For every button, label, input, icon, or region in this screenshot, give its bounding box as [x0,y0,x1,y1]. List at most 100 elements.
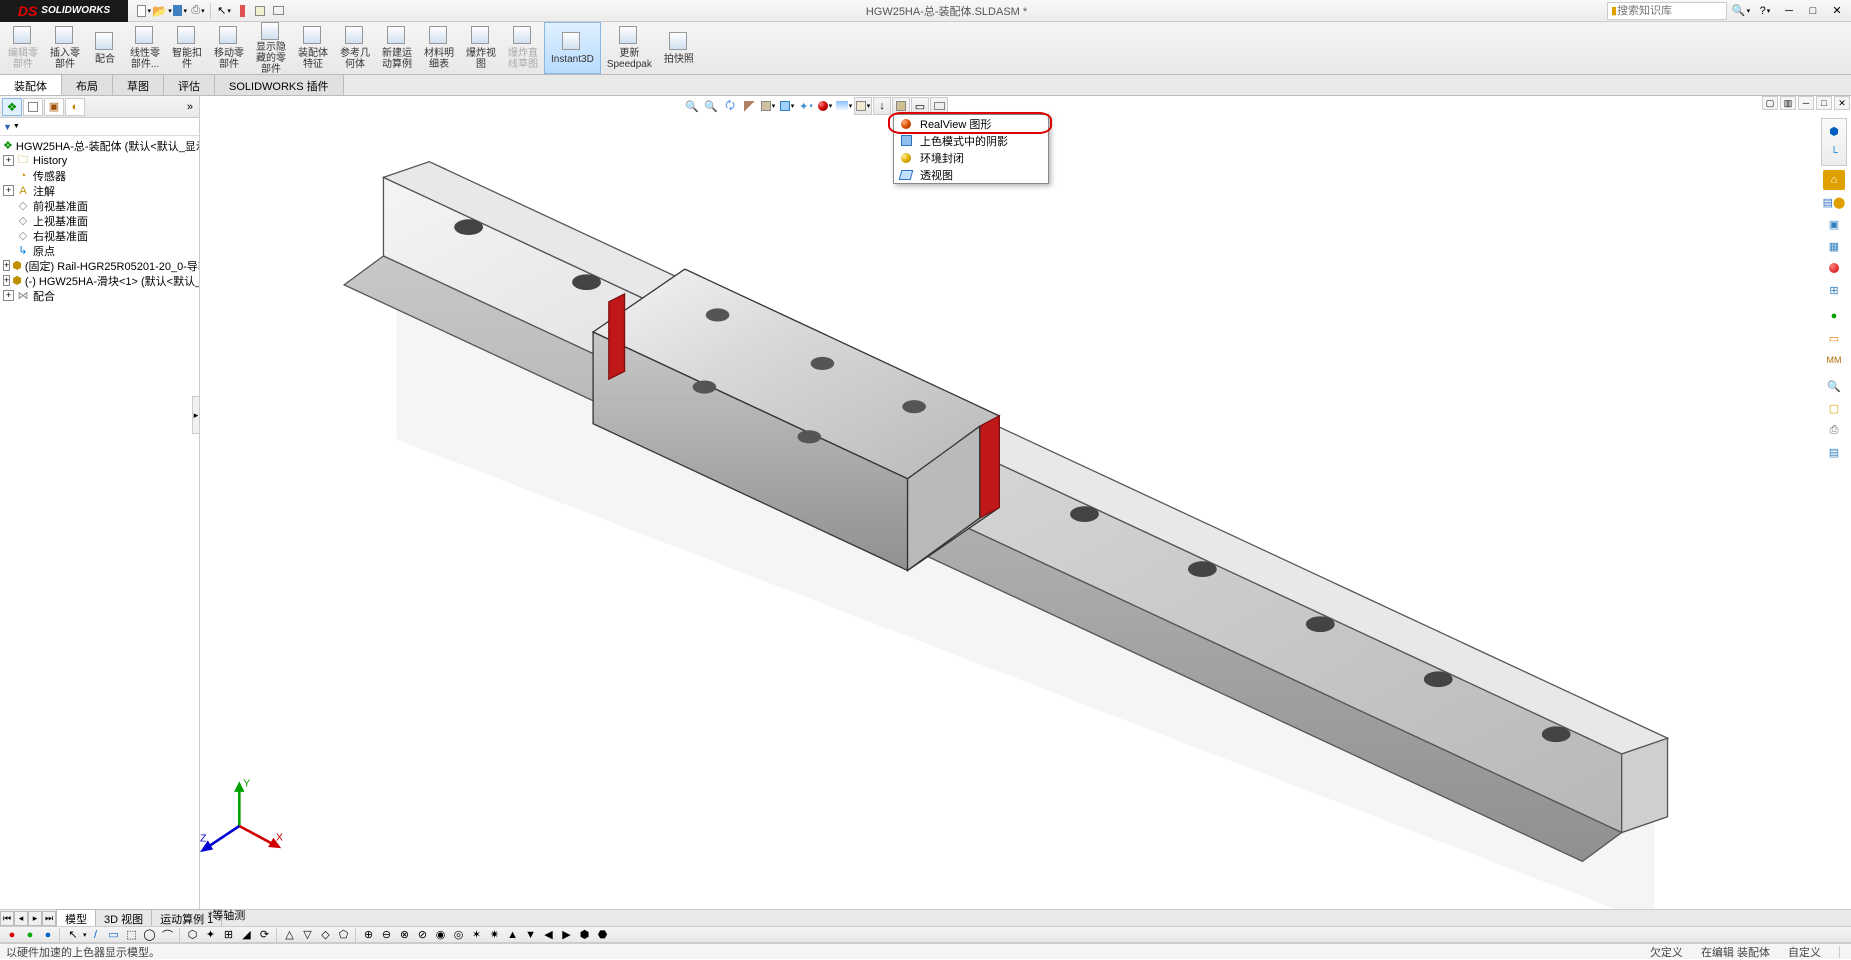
command-tab-4[interactable]: SOLIDWORKS 插件 [215,75,344,95]
viewport-single-button[interactable]: ▢ [1762,96,1778,110]
tree-item-8[interactable]: +⬢(固定) Rail-HGR25R05201-20_0-导轨 [3,258,199,273]
panel-splitter[interactable]: ▸ [192,396,200,434]
expand-icon[interactable]: + [3,260,10,271]
open-button[interactable]: 📂▾ [154,3,170,19]
viewport-two-button[interactable]: ▥ [1780,96,1796,110]
zoom-fit-button[interactable]: 🔍 [683,97,701,115]
ribbon-item-5[interactable]: 移动零 部件 [208,22,250,74]
close-button[interactable]: ✕ [1827,3,1847,19]
ribbon-item-9[interactable]: 新建运 动算例 [376,22,418,74]
tb22[interactable]: ◎ [451,927,467,942]
tb14[interactable]: ▽ [300,927,316,942]
expand-icon[interactable]: + [3,155,14,166]
tb21[interactable]: ◉ [433,927,449,942]
tb25[interactable]: ▲ [505,927,521,942]
t1[interactable]: ● [4,927,20,942]
tb8[interactable]: ⬡ [185,927,201,942]
property-manager-tab[interactable] [23,98,43,116]
measure-button[interactable]: ▭ [1823,328,1845,348]
custom-props-tab[interactable]: ⊞ [1823,280,1845,300]
tb9[interactable]: ✦ [203,927,219,942]
tree-item-2[interactable]: ◔传感器 [3,168,199,183]
tb13[interactable]: △ [282,927,298,942]
stats-button[interactable]: ▤ [1823,442,1845,462]
doc-max-button[interactable]: □ [1816,96,1832,110]
tb7[interactable]: ⌒ [160,927,176,942]
menu-item-1[interactable]: 上色模式中的阴影 [894,132,1048,149]
expand-icon[interactable]: + [3,275,10,286]
hide-show-button[interactable]: ✦▾ [797,97,815,115]
rebuild-button[interactable] [234,3,250,19]
select-button[interactable]: ▢ [1823,398,1845,418]
print-button[interactable]: ⎙▾ [190,3,206,19]
design-library-tab[interactable]: ▤⬤ [1823,192,1845,212]
ribbon-item-2[interactable]: 配合 [86,22,124,74]
maximize-button[interactable]: □ [1803,3,1823,19]
feature-tree[interactable]: ❖HGW25HA-总-装配体 (默认<默认_显示+🗀History◔传感器+A注… [0,136,199,911]
ribbon-item-7[interactable]: 装配体 特征 [292,22,334,74]
tb18[interactable]: ⊖ [379,927,395,942]
command-tab-3[interactable]: 评估 [164,75,215,95]
tab-nav-last[interactable]: ⏭ [42,911,56,926]
pin-button[interactable]: ● [1823,306,1845,326]
search-go-button[interactable]: 🔍▾ [1731,3,1751,19]
tb28[interactable]: ▶ [559,927,575,942]
tb12[interactable]: ⟳ [257,927,273,942]
ribbon-item-4[interactable]: 智能扣 件 [166,22,208,74]
graphics-area[interactable]: 🔍 🔍 🗘 ▾ ▾ ✦▾ ▾ ▾ ▾ ↓ ▭ RealView 图形上色模式中的… [200,96,1851,927]
corner-rect-tool[interactable]: ▭ [106,927,122,942]
prev-view-button[interactable]: 🗘 [721,97,739,115]
feature-manager-tab[interactable]: ❖ [2,98,22,116]
tree-item-9[interactable]: +⬢(-) HGW25HA-滑块<1> (默认<默认_ [3,273,199,288]
tree-item-10[interactable]: +⋈配合 [3,288,199,303]
ribbon-item-14[interactable]: 更新 Speedpak [601,22,658,74]
tb24[interactable]: ✷ [487,927,503,942]
t3[interactable]: ● [40,927,56,942]
triad-button[interactable]: ⬢ [1823,121,1845,141]
view-palette-tab[interactable]: ▦ [1823,236,1845,256]
tb19[interactable]: ⊗ [397,927,413,942]
expand-icon[interactable]: + [3,185,14,196]
doc-close-button[interactable]: ✕ [1834,96,1850,110]
configuration-manager-tab[interactable]: ▣ [44,98,64,116]
ribbon-item-1[interactable]: 插入零 部件 [44,22,86,74]
tree-item-1[interactable]: +🗀History [3,153,199,168]
save-button[interactable]: ▾ [172,3,188,19]
command-tab-2[interactable]: 草图 [113,75,164,95]
view-cube-button[interactable] [892,97,910,115]
tab-nav-next[interactable]: ▸ [28,911,42,926]
coord-system-button[interactable]: └ [1823,143,1845,163]
resources-tab[interactable]: ⌂ [1823,170,1845,190]
collapse-panel-button[interactable]: » [183,101,197,113]
normal-to-button[interactable]: ↓ [873,97,891,115]
tb29[interactable]: ⬢ [577,927,593,942]
ribbon-item-6[interactable]: 显示隐 藏的零 部件 [250,22,292,74]
tb20[interactable]: ⊘ [415,927,431,942]
tab-nav-first[interactable]: ⏮ [0,911,14,926]
screen-capture-button[interactable] [270,3,286,19]
tb16[interactable]: ⬠ [336,927,352,942]
menu-item-2[interactable]: 环境封闭 [894,149,1048,166]
ribbon-item-8[interactable]: 参考几 何体 [334,22,376,74]
line-tool[interactable]: / [88,927,104,942]
tb10[interactable]: ⊞ [221,927,237,942]
tb17[interactable]: ⊕ [361,927,377,942]
new-button[interactable]: ▾ [136,3,152,19]
tree-item-0[interactable]: ❖HGW25HA-总-装配体 (默认<默认_显示 [3,138,199,153]
ribbon-item-3[interactable]: 线性零 部件... [124,22,166,74]
tree-item-6[interactable]: ◇右视基准面 [3,228,199,243]
zoom-area-button[interactable]: 🔍 [702,97,720,115]
menu-item-0[interactable]: RealView 图形 [894,115,1048,132]
menu-item-3[interactable]: 透视图 [894,166,1048,183]
tb5[interactable]: ⬚ [124,927,140,942]
find-button[interactable]: 🔍 [1823,376,1845,396]
ribbon-item-15[interactable]: 拍快照 [658,22,700,74]
tb26[interactable]: ▼ [523,927,539,942]
selection-filter-button[interactable]: ↖▾ [216,3,232,19]
help-button[interactable]: ?▾ [1755,3,1775,19]
tb30[interactable]: ⬣ [595,927,611,942]
section-view-button[interactable] [740,97,758,115]
view-settings-button[interactable]: ▾ [854,97,872,115]
select-tool[interactable]: ↖ [65,927,81,942]
tree-item-4[interactable]: ◇前视基准面 [3,198,199,213]
